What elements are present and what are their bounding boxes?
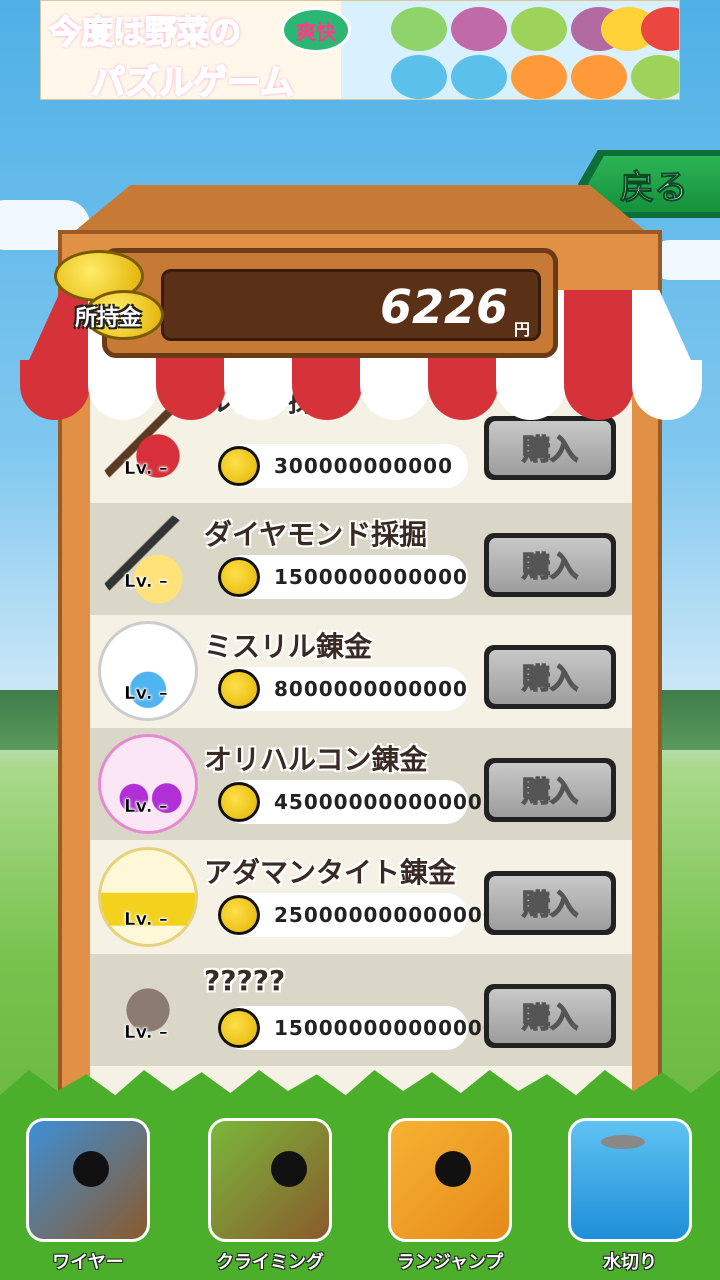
nav-app-stone-skip[interactable] [568, 1118, 692, 1242]
item-price-bar: 45000000000000 [218, 780, 482, 824]
wallet-amount: 6226 [379, 280, 508, 334]
item-level: Lv. – [124, 571, 168, 593]
buy-label: 購入 [489, 650, 611, 704]
buy-label: 購入 [489, 989, 611, 1043]
item-name: アダマンタイト錬金 [204, 856, 457, 889]
flask-purple-icon [98, 734, 198, 834]
item-price: 300000000000 [274, 454, 453, 478]
buy-button[interactable]: 購入 [484, 871, 616, 935]
vegetable-icon [391, 7, 447, 51]
nav-app-wire[interactable] [26, 1118, 150, 1242]
shop-item-row: Lv. – ミスリル錬金 8000000000000 購入 [90, 615, 632, 727]
wallet-label: 所持金 [74, 306, 141, 331]
climbing-game-icon [271, 1151, 307, 1187]
flask-blue-icon [98, 621, 198, 721]
item-price-bar: 1500000000000000 [218, 1006, 512, 1050]
buy-label: 購入 [489, 421, 611, 475]
coin-icon [218, 446, 260, 486]
vegetable-icon [511, 55, 567, 99]
item-price: 45000000000000 [274, 790, 483, 814]
shop-item-row: Lv. – アダマンタイト錬金 250000000000000 購入 [90, 841, 632, 953]
item-name: ミスリル錬金 [204, 630, 373, 663]
beaker-yellow-icon [98, 847, 198, 947]
buy-button[interactable]: 購入 [484, 416, 616, 480]
unknown-icon [98, 960, 198, 1060]
item-level: Lv. – [124, 909, 168, 931]
vegetable-icon [631, 55, 679, 99]
buy-label: 購入 [489, 763, 611, 817]
banner-line2: パズルゲーム [90, 62, 295, 100]
buy-button[interactable]: 購入 [484, 984, 616, 1048]
item-price-bar: 300000000000 [218, 444, 468, 488]
nav-app-climbing[interactable] [208, 1118, 332, 1242]
vegetable-icon [451, 55, 507, 99]
item-price: 8000000000000 [274, 677, 468, 701]
item-level: Lv. – [124, 1022, 168, 1044]
coin-icon [218, 557, 260, 597]
buy-label: 購入 [489, 538, 611, 592]
coin-icon [218, 895, 260, 935]
shop-item-row: Lv. – ????? 1500000000000000 購入 [90, 954, 632, 1066]
buy-button[interactable]: 購入 [484, 758, 616, 822]
nav-label-run-jump: ランジャンプ [396, 1252, 504, 1273]
item-price-bar: 250000000000000 [218, 893, 497, 937]
nav-app-run-jump[interactable] [388, 1118, 512, 1242]
nav-label-stone-skip: 水切り [603, 1252, 657, 1273]
item-level: Lv. – [124, 796, 168, 818]
coin-icon [218, 669, 260, 709]
banner-badge: 爽快 [281, 7, 351, 53]
vegetable-icon [391, 55, 447, 99]
item-name: ダイヤモンド採掘 [204, 518, 428, 551]
item-name: ????? [204, 964, 286, 997]
pickaxe-diamond-icon [98, 509, 198, 609]
buy-label: 購入 [489, 876, 611, 930]
nav-label-climbing: クライミング [216, 1252, 324, 1273]
vegetable-icon [571, 55, 627, 99]
nav-label-wire: ワイヤー [52, 1252, 124, 1273]
vegetable-icon [511, 7, 567, 51]
wire-game-icon [73, 1151, 109, 1187]
wallet-unit: 円 [513, 320, 530, 339]
item-price: 1500000000000000 [274, 1016, 513, 1040]
coin-icon [218, 1008, 260, 1048]
shop-item-list[interactable]: Lv. – ルビー採掘 300000000000 購入 Lv. – ダイヤモンド… [90, 390, 632, 1110]
item-name: オリハルコン錬金 [204, 743, 428, 776]
item-price: 1500000000000 [274, 565, 468, 589]
buy-button[interactable]: 購入 [484, 533, 616, 597]
vegetable-icon [451, 7, 507, 51]
ad-banner[interactable]: 今度は野菜の パズルゲーム 爽快 [40, 0, 680, 100]
run-jump-game-icon [435, 1151, 471, 1187]
shop-item-row: Lv. – オリハルコン錬金 45000000000000 購入 [90, 728, 632, 840]
wallet-display: 6226 円 [161, 269, 541, 341]
coin-icon [218, 782, 260, 822]
shop-item-row: Lv. – ダイヤモンド採掘 1500000000000 購入 [90, 503, 632, 615]
item-level: Lv. – [124, 683, 168, 705]
item-level: Lv. – [124, 458, 168, 480]
banner-line1: 今度は野菜の [48, 12, 242, 52]
item-price: 250000000000000 [274, 903, 498, 927]
item-price-bar: 1500000000000 [218, 555, 468, 599]
item-price-bar: 8000000000000 [218, 667, 468, 711]
buy-button[interactable]: 購入 [484, 645, 616, 709]
stone-skip-game-icon [601, 1135, 645, 1149]
wallet-panel: 6226 円 [102, 248, 558, 358]
